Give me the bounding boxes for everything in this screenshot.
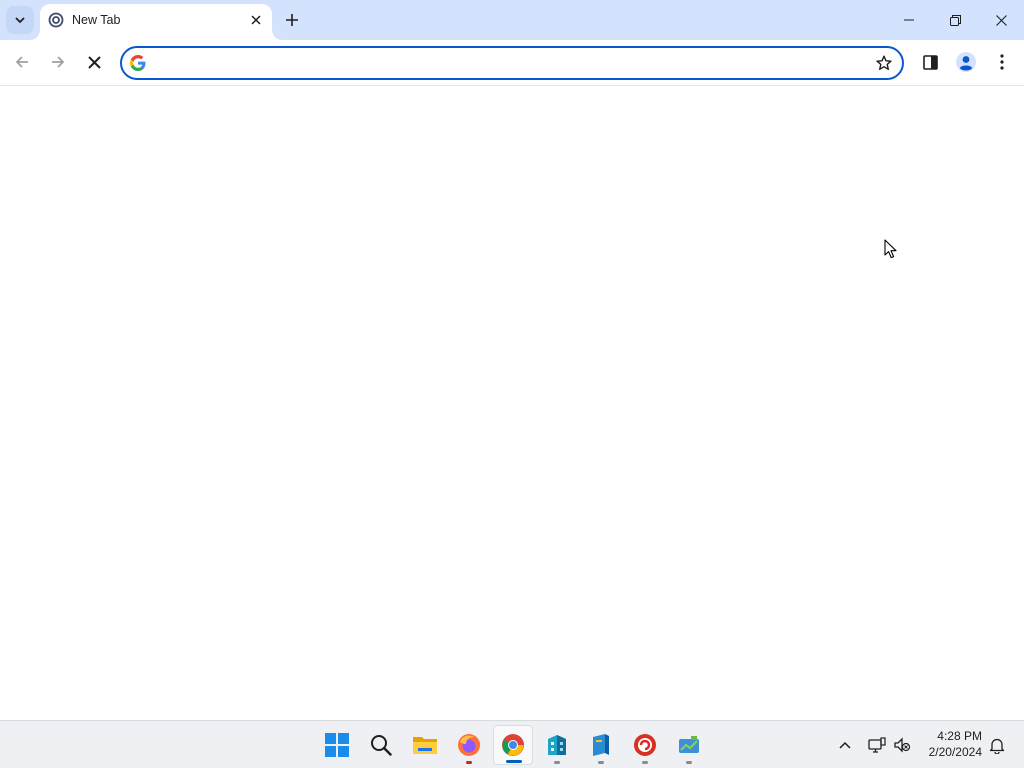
minimize-icon [904, 19, 914, 21]
tab-close-button[interactable] [248, 12, 264, 28]
book-icon [593, 734, 609, 756]
folder-icon [413, 737, 437, 754]
taskbar-file-explorer[interactable] [405, 725, 445, 765]
taskbar-app-green-chart[interactable] [669, 725, 709, 765]
restore-icon [949, 14, 961, 26]
chevron-down-icon [15, 17, 25, 24]
windows-start-icon [325, 733, 349, 757]
building-icon [548, 735, 566, 755]
active-indicator [506, 760, 522, 763]
notifications-button[interactable] [985, 733, 1009, 757]
network-icon [868, 737, 886, 753]
minimize-button[interactable] [886, 0, 932, 40]
bell-icon [989, 738, 1005, 754]
forward-button[interactable] [42, 46, 74, 78]
running-indicator [554, 761, 560, 764]
red-circle-app-icon [634, 734, 656, 756]
star-icon [876, 55, 892, 70]
close-icon [87, 55, 101, 69]
new-tab-button[interactable] [280, 8, 304, 32]
restore-button[interactable] [932, 0, 978, 40]
arrow-left-icon [15, 56, 28, 68]
taskbar-start-button[interactable] [317, 725, 357, 765]
profile-button[interactable] [950, 46, 982, 78]
stop-loading-button[interactable] [78, 46, 110, 78]
plus-icon [286, 14, 298, 26]
show-hidden-icons-button[interactable] [833, 733, 857, 757]
close-icon [251, 15, 261, 25]
address-bar[interactable] [120, 46, 904, 80]
taskbar-chrome[interactable] [493, 725, 533, 765]
close-window-button[interactable] [978, 0, 1024, 40]
tab-new-tab[interactable]: New Tab [40, 4, 272, 40]
arrow-right-icon [52, 56, 65, 68]
close-icon [995, 14, 1007, 26]
volume-muted-icon [894, 737, 911, 753]
address-input[interactable] [156, 51, 856, 75]
taskbar-search-button[interactable] [361, 725, 401, 765]
menu-button[interactable] [986, 46, 1018, 78]
chart-app-icon [679, 736, 699, 753]
page-content[interactable] [0, 87, 1024, 720]
chrome-icon [502, 734, 524, 756]
tab-title: New Tab [72, 13, 121, 27]
browser-toolbar [0, 40, 1024, 86]
taskbar-app-blue-building[interactable] [537, 725, 577, 765]
taskbar: 4:28 PM 2/20/2024 [0, 720, 1024, 768]
clock-time: 4:28 PM [937, 729, 982, 743]
running-indicator [598, 761, 604, 764]
tab-strip: New Tab [0, 0, 1024, 40]
clock-date: 2/20/2024 [928, 745, 982, 759]
chevron-up-icon [839, 741, 851, 749]
running-indicator [642, 761, 648, 764]
side-panel-button[interactable] [914, 46, 946, 78]
google-g-icon [130, 55, 146, 71]
firefox-icon [458, 734, 480, 756]
taskbar-firefox[interactable] [449, 725, 489, 765]
running-indicator [686, 761, 692, 764]
taskbar-app-red-circle[interactable] [625, 725, 665, 765]
back-button[interactable] [6, 46, 38, 78]
more-vertical-icon [1000, 54, 1004, 70]
mouse-cursor-icon [884, 239, 897, 259]
volume-tray-button[interactable] [890, 733, 914, 757]
avatar-icon [956, 52, 976, 72]
bookmark-star-button[interactable] [874, 53, 894, 73]
running-indicator [466, 761, 472, 764]
search-icon [371, 735, 392, 756]
clock[interactable]: 4:28 PM 2/20/2024 [912, 728, 982, 760]
chrome-newtab-icon [48, 12, 64, 28]
taskbar-app-blue-book[interactable] [581, 725, 621, 765]
side-panel-icon [922, 54, 938, 70]
network-tray-button[interactable] [865, 733, 889, 757]
